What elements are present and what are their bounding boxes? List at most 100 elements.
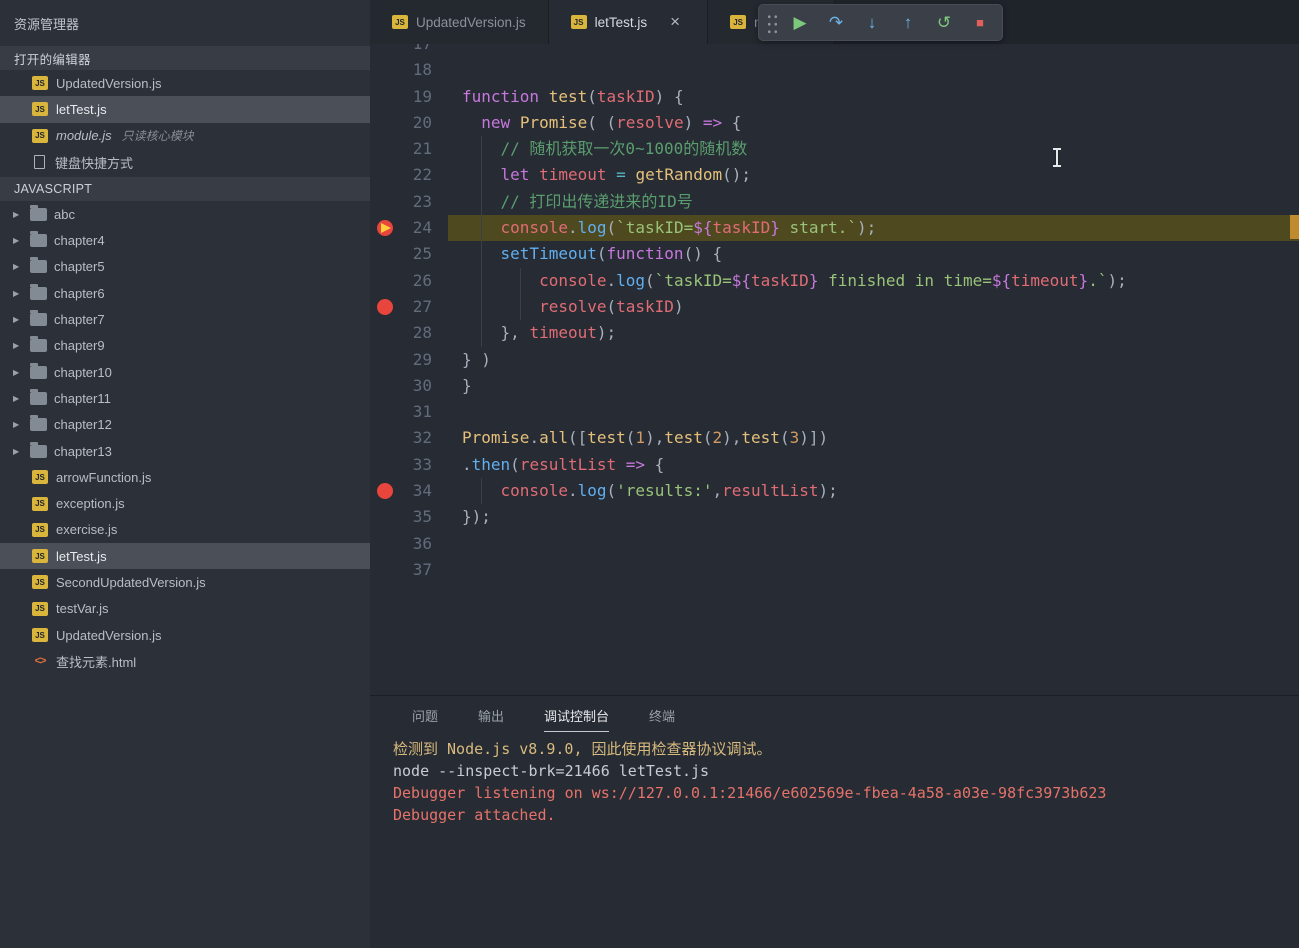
code-line-32[interactable]: 32Promise.all([test(1),test(2),test(3)]) bbox=[370, 425, 1299, 451]
step-over-icon: ↷ bbox=[829, 14, 843, 31]
folder-chapter10[interactable]: ▶chapter10 bbox=[0, 359, 370, 385]
file-testvar-js[interactable]: JStestVar.js bbox=[0, 596, 370, 622]
debug-console-output[interactable]: 检测到 Node.js v8.9.0, 因此使用检查器协议调试。node --i… bbox=[370, 732, 1299, 826]
breakpoint-gutter[interactable] bbox=[370, 215, 400, 241]
breakpoint-gutter[interactable] bbox=[370, 136, 400, 162]
folder-chapter4[interactable]: ▶chapter4 bbox=[0, 227, 370, 253]
breakpoint-gutter[interactable] bbox=[370, 504, 400, 530]
continue-button[interactable]: ▶ bbox=[782, 5, 818, 41]
open-editor-lettest-js[interactable]: JSletTest.js bbox=[0, 96, 370, 122]
js-file-icon: JS bbox=[392, 15, 408, 29]
code-line-23[interactable]: 23 // 打印出传递进来的ID号 bbox=[370, 189, 1299, 215]
open-editor-updatedversion-js[interactable]: JSUpdatedVersion.js bbox=[0, 70, 370, 96]
code-line-28[interactable]: 28 }, timeout); bbox=[370, 320, 1299, 346]
code-line-24[interactable]: 24 console.log(`taskID=${taskID} start.`… bbox=[370, 215, 1299, 241]
html-file-icon: <> bbox=[32, 655, 48, 667]
breakpoint-gutter[interactable] bbox=[370, 294, 400, 320]
open-editor-module-js[interactable]: JSmodule.js只读核心模块 bbox=[0, 123, 370, 149]
code-line-19[interactable]: 19function test(taskID) { bbox=[370, 84, 1299, 110]
breakpoint-gutter[interactable] bbox=[370, 347, 400, 373]
code-line-21[interactable]: 21 // 随机获取一次0~1000的随机数 bbox=[370, 136, 1299, 162]
code-line-34[interactable]: 34 console.log('results:',resultList); bbox=[370, 478, 1299, 504]
file-exercise-js[interactable]: JSexercise.js bbox=[0, 517, 370, 543]
open-editors-header[interactable]: 打开的编辑器 bbox=[0, 46, 370, 70]
breakpoint-gutter[interactable] bbox=[370, 399, 400, 425]
panel-tab-bar: 问题 输出 调试控制台 终端 bbox=[370, 696, 1299, 732]
breakpoint-gutter[interactable] bbox=[370, 189, 400, 215]
breakpoint-gutter[interactable] bbox=[370, 241, 400, 267]
chevron-right-icon: ▶ bbox=[13, 236, 23, 245]
code-line-33[interactable]: 33.then(resultList => { bbox=[370, 452, 1299, 478]
folder-chapter9[interactable]: ▶chapter9 bbox=[0, 333, 370, 359]
panel-tab-输出[interactable]: 输出 bbox=[478, 706, 504, 732]
folder-chapter11[interactable]: ▶chapter11 bbox=[0, 385, 370, 411]
breakpoint-gutter[interactable] bbox=[370, 110, 400, 136]
code-editor[interactable]: 171819function test(taskID) {20 new Prom… bbox=[370, 44, 1299, 695]
code-line-26[interactable]: 26 console.log(`taskID=${taskID} finishe… bbox=[370, 268, 1299, 294]
stop-icon: ■ bbox=[976, 16, 984, 29]
folder-name: chapter11 bbox=[54, 391, 111, 406]
file-updatedversion-js[interactable]: JSUpdatedVersion.js bbox=[0, 622, 370, 648]
panel-tab-问题[interactable]: 问题 bbox=[412, 706, 438, 732]
explorer-title: 资源管理器 bbox=[0, 0, 370, 46]
breakpoint-gutter[interactable] bbox=[370, 162, 400, 188]
folder-name: abc bbox=[54, 207, 75, 222]
file-arrowfunction-js[interactable]: JSarrowFunction.js bbox=[0, 464, 370, 490]
console-line: Debugger attached. bbox=[393, 804, 1299, 826]
code-line-35[interactable]: 35}); bbox=[370, 504, 1299, 530]
restart-button[interactable]: ↺ bbox=[926, 5, 962, 41]
stop-button[interactable]: ■ bbox=[962, 5, 998, 41]
code-line-30[interactable]: 30} bbox=[370, 373, 1299, 399]
breakpoint-gutter[interactable] bbox=[370, 268, 400, 294]
breakpoint-gutter[interactable] bbox=[370, 425, 400, 451]
chevron-right-icon: ▶ bbox=[13, 447, 23, 456]
breakpoint-gutter[interactable] bbox=[370, 557, 400, 583]
folder-chapter13[interactable]: ▶ chapter13 bbox=[0, 438, 370, 464]
indent-guide bbox=[481, 320, 482, 346]
code-line-22[interactable]: 22 let timeout = getRandom(); bbox=[370, 162, 1299, 188]
folder-chapter12[interactable]: ▶chapter12 bbox=[0, 412, 370, 438]
breakpoint-gutter[interactable] bbox=[370, 373, 400, 399]
workspace-header[interactable]: JAVASCRIPT bbox=[0, 177, 370, 201]
code-line-18[interactable]: 18 bbox=[370, 57, 1299, 83]
folder-chapter6[interactable]: ▶chapter6 bbox=[0, 280, 370, 306]
code-text: resolve(taskID) bbox=[448, 294, 1299, 320]
file-exception-js[interactable]: JSexception.js bbox=[0, 490, 370, 516]
code-line-27[interactable]: 27 resolve(taskID) bbox=[370, 294, 1299, 320]
breakpoint-gutter[interactable] bbox=[370, 84, 400, 110]
code-line-25[interactable]: 25 setTimeout(function() { bbox=[370, 241, 1299, 267]
panel-tab-终端[interactable]: 终端 bbox=[649, 706, 675, 732]
file-lettest-js[interactable]: JSletTest.js bbox=[0, 543, 370, 569]
folder-chapter5[interactable]: ▶chapter5 bbox=[0, 254, 370, 280]
folder-abc[interactable]: ▶abc bbox=[0, 201, 370, 227]
tab-lettest-js[interactable]: JSletTest.js× bbox=[549, 0, 709, 44]
file-查找元素-html[interactable]: <>查找元素.html bbox=[0, 648, 370, 674]
close-icon[interactable]: × bbox=[665, 12, 685, 32]
code-text: new Promise( (resolve) => { bbox=[448, 110, 1299, 136]
line-number: 20 bbox=[400, 110, 448, 136]
tab-updatedversion-js[interactable]: JSUpdatedVersion.js bbox=[370, 0, 549, 44]
breakpoint-gutter[interactable] bbox=[370, 452, 400, 478]
chevron-right-icon: ▶ bbox=[13, 289, 23, 298]
folder-chapter7[interactable]: ▶chapter7 bbox=[0, 306, 370, 332]
code-line-31[interactable]: 31 bbox=[370, 399, 1299, 425]
breakpoint-gutter[interactable] bbox=[370, 531, 400, 557]
step-into-button[interactable]: ↓ bbox=[854, 5, 890, 41]
file-secondupdatedversion-js[interactable]: JSSecondUpdatedVersion.js bbox=[0, 569, 370, 595]
breakpoint-gutter[interactable] bbox=[370, 57, 400, 83]
folder-name: chapter12 bbox=[54, 417, 112, 432]
open-editor-键盘快捷方式[interactable]: 键盘快捷方式 bbox=[0, 149, 370, 175]
drag-handle-icon[interactable] bbox=[765, 12, 778, 34]
breakpoint-gutter[interactable] bbox=[370, 320, 400, 346]
breakpoint-gutter[interactable] bbox=[370, 478, 400, 504]
code-line-37[interactable]: 37 bbox=[370, 557, 1299, 583]
code-line-36[interactable]: 36 bbox=[370, 531, 1299, 557]
code-line-17[interactable]: 17 bbox=[370, 44, 1299, 57]
panel-tab-调试控制台[interactable]: 调试控制台 bbox=[544, 706, 609, 732]
folder-name: chapter13 bbox=[54, 444, 112, 459]
step-over-button[interactable]: ↷ bbox=[818, 5, 854, 41]
step-out-button[interactable]: ↑ bbox=[890, 5, 926, 41]
breakpoint-gutter[interactable] bbox=[370, 44, 400, 57]
code-line-20[interactable]: 20 new Promise( (resolve) => { bbox=[370, 110, 1299, 136]
code-line-29[interactable]: 29} ) bbox=[370, 347, 1299, 373]
